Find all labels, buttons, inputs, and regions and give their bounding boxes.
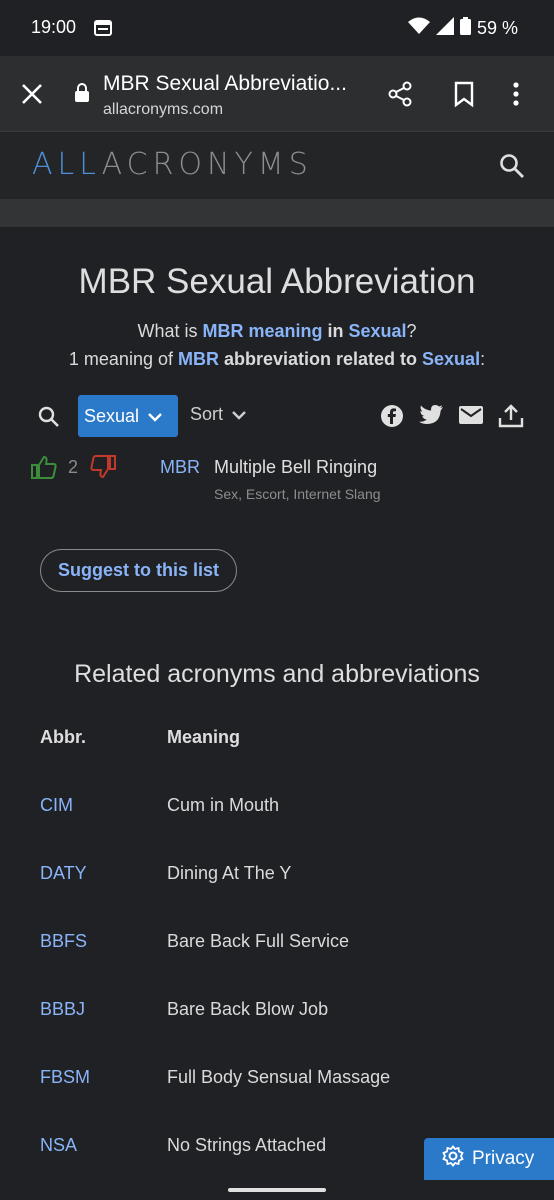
privacy-button[interactable]: Privacy	[424, 1138, 554, 1180]
related-row-abbr[interactable]: DATY	[40, 863, 87, 884]
bookmark-icon[interactable]	[452, 80, 476, 113]
upload-share-icon[interactable]	[498, 404, 524, 433]
battery-icon	[459, 17, 471, 40]
related-row-meaning: Bare Back Full Service	[167, 931, 350, 951]
related-row-meaning: Dining At The Y	[167, 863, 292, 883]
search-icon[interactable]	[499, 153, 525, 184]
browser-toolbar: MBR Sexual Abbreviatio... allacronyms.co…	[0, 56, 554, 132]
related-row-abbr[interactable]: FBSM	[40, 1067, 90, 1088]
column-header-meaning: Meaning	[167, 727, 241, 747]
category-label: Sexual	[84, 405, 140, 426]
facebook-icon[interactable]	[380, 404, 404, 433]
page-title: MBR Sexual Abbreviation	[78, 262, 476, 301]
subtitle-question: What is MBR meaning in Sexual?	[137, 321, 417, 341]
email-icon[interactable]	[458, 404, 484, 433]
site-logo[interactable]: ALLACRONYMS	[32, 147, 313, 182]
twitter-icon[interactable]	[418, 404, 444, 433]
sort-label: Sort	[190, 404, 224, 424]
subtitle-count: 1 meaning of MBR abbreviation related to…	[68, 349, 486, 369]
entry-tags: Sex, Escort, Internet Slang	[214, 486, 381, 502]
thumbs-up-icon[interactable]	[31, 455, 57, 484]
more-vert-icon[interactable]	[512, 80, 520, 113]
close-icon[interactable]	[18, 80, 46, 108]
related-title: Related acronyms and abbreviations	[74, 660, 480, 688]
gear-icon	[442, 1145, 464, 1173]
entry-abbr[interactable]: MBR	[160, 457, 200, 478]
entry-meaning[interactable]: Multiple Bell Ringing	[214, 457, 377, 478]
signal-icon	[435, 17, 454, 40]
related-row-meaning: No Strings Attached	[167, 1135, 327, 1155]
lock-icon	[74, 82, 90, 107]
status-time: 19:00	[31, 17, 77, 37]
vote-count: 2	[68, 457, 79, 477]
column-header-abbr: Abbr.	[40, 727, 87, 747]
category-dropdown[interactable]: Sexual	[78, 395, 178, 437]
thumbs-down-icon[interactable]	[90, 455, 116, 484]
chevron-down-icon	[231, 404, 247, 425]
related-row-meaning: Cum in Mouth	[167, 795, 280, 815]
related-row-abbr[interactable]: NSA	[40, 1135, 77, 1156]
share-icon[interactable]	[386, 80, 414, 113]
related-row-abbr[interactable]: BBFS	[40, 931, 87, 952]
url-text[interactable]: allacronyms.com	[103, 101, 223, 119]
home-handle[interactable]	[228, 1188, 326, 1192]
related-row-abbr[interactable]: BBBJ	[40, 999, 85, 1020]
filter-search-icon[interactable]	[38, 406, 60, 433]
battery-percent: 59 %	[476, 18, 518, 38]
calendar-icon	[94, 20, 112, 41]
related-row-meaning: Full Body Sensual Massage	[167, 1067, 391, 1087]
share-icons	[380, 404, 524, 433]
status-bar: 19:00 59 %	[0, 0, 554, 56]
gesture-navbar	[0, 1180, 554, 1200]
related-row-meaning: Bare Back Blow Job	[167, 999, 329, 1019]
status-indicators: 59 %	[407, 17, 518, 40]
chevron-down-icon	[147, 406, 163, 427]
privacy-label: Privacy	[472, 1148, 535, 1169]
sort-dropdown[interactable]: Sort	[190, 404, 247, 425]
related-row-abbr[interactable]: CIM	[40, 795, 73, 816]
suggest-button[interactable]: Suggest to this list	[40, 549, 237, 592]
ad-band	[0, 199, 554, 227]
page-tab-title: MBR Sexual Abbreviatio...	[103, 72, 347, 95]
site-header: ALLACRONYMS	[0, 133, 554, 199]
wifi-icon	[407, 17, 430, 40]
